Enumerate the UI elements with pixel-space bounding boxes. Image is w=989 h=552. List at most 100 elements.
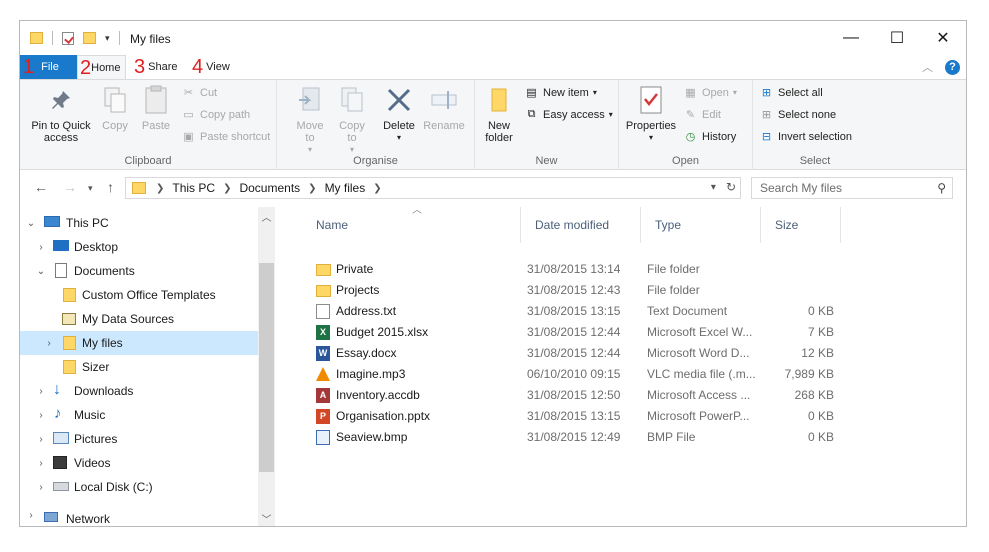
invert-selection-button[interactable]: ⊟ Invert selection <box>759 129 852 144</box>
navigation-scrollbar[interactable]: ︿ ﹀ <box>258 207 275 526</box>
tab-home[interactable]: 2 Home <box>77 55 126 80</box>
maximize-icon[interactable]: ☐ <box>874 21 920 55</box>
delete-button[interactable]: Delete ▾ <box>379 84 419 144</box>
chevron-right-icon[interactable]: › <box>36 410 46 421</box>
up-arrow-icon[interactable]: ↑ <box>107 179 114 195</box>
new-folder-button[interactable]: New folder <box>479 84 519 144</box>
chevron-up-icon[interactable]: ︿ <box>922 59 933 75</box>
tree-item-my-files[interactable]: › My files <box>20 331 258 355</box>
chevron-right-icon[interactable]: ❯ <box>156 183 164 194</box>
cut-button[interactable]: ✂ Cut <box>181 85 217 100</box>
properties-qat-icon[interactable] <box>62 31 74 45</box>
chevron-right-icon[interactable]: › <box>36 386 46 397</box>
scrollbar-thumb[interactable] <box>259 263 274 472</box>
search-input[interactable]: Search My files ⚲ <box>751 177 953 199</box>
column-date-modified[interactable]: Date modified <box>521 207 641 243</box>
tree-item-sizer[interactable]: Sizer <box>20 355 258 379</box>
chevron-right-icon[interactable]: ❯ <box>373 183 381 194</box>
file-row[interactable]: W Essay.docx 31/08/2015 12:44 Microsoft Wor… <box>282 343 842 364</box>
file-row[interactable]: A Inventory.accdb 31/08/2015 12:50 Microsof… <box>282 385 842 406</box>
forward-arrow-icon[interactable]: → <box>63 179 77 195</box>
rename-icon <box>428 84 460 116</box>
tree-item-videos[interactable]: › Videos <box>20 451 258 475</box>
tree-item-custom-office-templates[interactable]: Custom Office Templates <box>20 283 258 307</box>
column-name[interactable]: Name ︿ <box>302 205 521 243</box>
file-row[interactable]: Imagine.mp3 06/10/2010 09:15 VLC media fil… <box>282 364 842 385</box>
close-icon[interactable]: ✕ <box>920 21 966 55</box>
edit-button[interactable]: ✎ Edit <box>683 107 721 122</box>
tree-item-network[interactable]: › Network <box>20 499 258 526</box>
copy-to-button[interactable]: Copy to ▾ <box>334 84 370 156</box>
file-row[interactable]: P Organisation.pptx 31/08/2015 13:15 Micros… <box>282 406 842 427</box>
breadcrumb-this-pc[interactable]: This PC <box>172 181 215 195</box>
tab-file[interactable]: 1 File <box>20 55 77 79</box>
easy-access-button[interactable]: ⧉ Easy access ▾ <box>524 107 613 122</box>
column-type[interactable]: Type <box>641 207 761 243</box>
chevron-down-icon[interactable]: ⌄ <box>26 218 36 229</box>
tab-view[interactable]: 4 View <box>192 55 230 79</box>
open-button[interactable]: ▦ Open ▾ <box>683 85 737 100</box>
address-bar[interactable]: ❯ This PC ❯ Documents ❯ My files ❯ ▾ ↻ <box>125 177 741 199</box>
move-to-button[interactable]: Move to ▾ <box>292 84 328 156</box>
tree-item-local-disk[interactable]: › Local Disk (C:) <box>20 475 258 499</box>
tab-share[interactable]: 3 Share <box>134 55 177 79</box>
paste-button[interactable]: Paste <box>138 84 174 132</box>
file-list: Name ︿ Date modified Type Size Private 31… <box>282 205 966 526</box>
copy-path-button[interactable]: ▭ Copy path <box>181 107 250 122</box>
properties-button[interactable]: Properties ▾ <box>623 84 679 144</box>
customize-qat-icon[interactable]: ▾ <box>105 33 110 44</box>
breadcrumb-my-files[interactable]: My files <box>325 181 366 195</box>
recent-locations-icon[interactable]: ▾ <box>88 183 93 194</box>
tree-item-pictures[interactable]: › Pictures <box>20 427 258 451</box>
file-row[interactable]: Seaview.bmp 31/08/2015 12:49 BMP File 0 KB <box>282 427 842 448</box>
chevron-down-icon[interactable]: ▾ <box>711 180 716 196</box>
file-row[interactable]: Private 31/08/2015 13:14 File folder <box>282 259 842 280</box>
history-button[interactable]: ◷ History <box>683 129 737 144</box>
search-icon[interactable]: ⚲ <box>937 181 946 195</box>
column-label: Name <box>316 218 349 232</box>
search-placeholder: Search My files <box>760 181 843 195</box>
column-size[interactable]: Size <box>761 207 841 243</box>
rename-button[interactable]: Rename <box>421 84 467 132</box>
select-all-icon: ⊞ <box>761 87 772 99</box>
pin-quick-access-button[interactable]: Pin to Quick access <box>26 84 96 144</box>
breadcrumb-documents[interactable]: Documents <box>239 181 300 195</box>
scroll-down-icon[interactable]: ﹀ <box>258 511 275 526</box>
chevron-right-icon[interactable]: ❯ <box>308 183 316 194</box>
new-item-button[interactable]: ▤ New item ▾ <box>524 85 597 100</box>
tree-item-documents[interactable]: ⌄ Documents <box>20 259 258 283</box>
back-arrow-icon[interactable]: ← <box>34 179 48 195</box>
word-icon: W <box>316 346 330 361</box>
chevron-right-icon[interactable]: ❯ <box>223 183 231 194</box>
column-label: Size <box>775 218 799 232</box>
chevron-right-icon[interactable]: › <box>26 510 36 521</box>
chevron-right-icon[interactable]: › <box>36 482 46 493</box>
file-row[interactable]: Projects 31/08/2015 12:43 File folder <box>282 280 842 301</box>
chevron-right-icon[interactable]: › <box>36 458 46 469</box>
minimize-icon[interactable]: — <box>828 21 874 55</box>
copy-path-label: Copy path <box>200 108 251 121</box>
scroll-up-icon[interactable]: ︿ <box>258 209 275 224</box>
tree-item-this-pc[interactable]: ⌄ This PC <box>20 211 258 235</box>
file-row[interactable]: X Budget 2015.xlsx 31/08/2015 12:44 Microso… <box>282 322 842 343</box>
select-all-button[interactable]: ⊞ Select all <box>759 85 823 100</box>
chevron-right-icon[interactable]: › <box>44 338 54 349</box>
help-icon[interactable]: ? <box>945 59 960 75</box>
paste-shortcut-button[interactable]: ▣ Paste shortcut <box>181 129 270 144</box>
chevron-down-icon[interactable]: ⌄ <box>36 266 46 277</box>
chevron-right-icon[interactable]: › <box>36 242 46 253</box>
tree-item-desktop[interactable]: › Desktop <box>20 235 258 259</box>
tree-item-my-data-sources[interactable]: My Data Sources <box>20 307 258 331</box>
tree-item-downloads[interactable]: › ↓ Downloads <box>20 379 258 403</box>
folder-icon <box>132 182 146 194</box>
new-folder-qat-icon[interactable] <box>83 32 96 44</box>
group-label: Clipboard <box>124 155 172 167</box>
tab-label: File <box>41 61 59 73</box>
properties-label: Properties <box>625 120 677 132</box>
copy-button[interactable]: Copy <box>98 84 132 132</box>
tree-item-music[interactable]: › ♪ Music <box>20 403 258 427</box>
refresh-icon[interactable]: ↻ <box>726 180 736 196</box>
chevron-right-icon[interactable]: › <box>36 434 46 445</box>
file-row[interactable]: Address.txt 31/08/2015 13:15 Text Document… <box>282 301 842 322</box>
select-none-button[interactable]: ⊞ Select none <box>759 107 836 122</box>
